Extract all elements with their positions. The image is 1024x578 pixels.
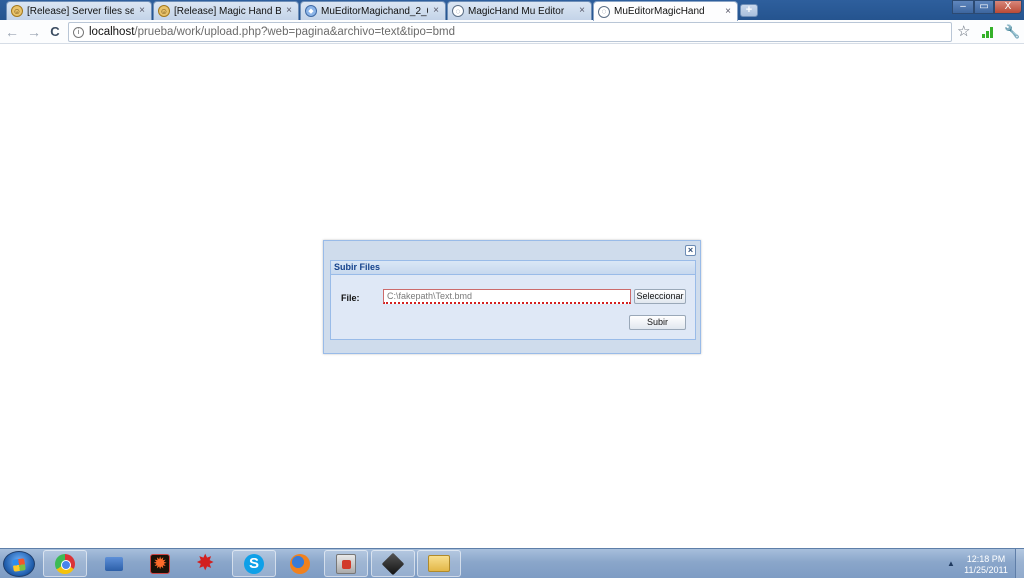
setup-icon (336, 553, 356, 574)
skype-icon: S (244, 553, 264, 574)
back-arrow-icon[interactable]: ← (4, 24, 20, 40)
globe-icon: ◌ (452, 5, 464, 17)
forward-arrow-icon[interactable]: → (26, 24, 42, 40)
wrench-icon[interactable]: 🔧 (1004, 24, 1020, 40)
taskbar-game-app[interactable] (138, 550, 182, 577)
tab-title: MuEditorMagicHand (614, 6, 705, 17)
taskbar: S ▲ 12:18 PM 11/25/2011 (0, 548, 1024, 578)
restore-button[interactable]: ▭ (974, 0, 994, 14)
panel-title: Subir Files (331, 261, 695, 275)
globe-icon: ◌ (598, 5, 610, 18)
close-icon[interactable]: × (685, 245, 696, 256)
minimize-button[interactable]: – (952, 0, 974, 14)
file-label: File: (341, 293, 360, 303)
mu-icon: ◆ (305, 5, 317, 17)
url-host: localhost (89, 26, 135, 38)
page-info-icon[interactable]: i (73, 26, 84, 38)
tray-expand-icon[interactable]: ▲ (947, 559, 955, 568)
tab-title: [Release] Server files season (27, 5, 134, 17)
close-window-button[interactable]: X (994, 0, 1022, 14)
game-launcher-icon (196, 552, 216, 574)
taskbar-firefox[interactable] (278, 550, 322, 577)
address-bar[interactable]: i localhost/prueba/work/upload.php?web=p… (68, 22, 952, 42)
submit-button[interactable]: Subir (629, 315, 686, 330)
forum-icon: ☺ (11, 5, 23, 17)
network-icon (105, 556, 123, 571)
chrome-icon (55, 553, 75, 574)
tab-title: [Release] Magic Hand Beta (174, 5, 281, 17)
reload-icon[interactable]: C (47, 24, 63, 40)
upload-panel: Subir Files File: C:\fakepath\Text.bmd S… (330, 260, 696, 340)
game-app-icon (150, 553, 170, 574)
close-icon[interactable]: × (723, 6, 733, 17)
explorer-icon (428, 555, 450, 572)
forum-icon: ☺ (158, 5, 170, 17)
upload-dialog: × Subir Files File: C:\fakepath\Text.bmd… (323, 240, 701, 354)
taskbar-explorer[interactable] (417, 550, 461, 577)
file-field[interactable]: C:\fakepath\Text.bmd (383, 289, 631, 304)
tab-title: MagicHand Mu Editor (468, 5, 565, 17)
tab-title: MuEditorMagichand_2_0_B (321, 5, 428, 17)
taskbar-chrome[interactable] (43, 550, 87, 577)
cube-app-icon (381, 552, 405, 575)
close-icon[interactable]: × (431, 6, 441, 16)
new-tab-button[interactable]: + (740, 4, 758, 17)
taskbar-game-launcher[interactable] (184, 550, 228, 577)
browser-toolbar: ← → C i localhost/prueba/work/upload.php… (0, 20, 1024, 44)
start-button[interactable] (3, 551, 35, 577)
taskbar-skype[interactable]: S (232, 550, 276, 577)
signal-bars-icon[interactable] (982, 27, 995, 38)
taskbar-network[interactable] (92, 550, 136, 577)
browser-titlebar: ☺ [Release] Server files season × ☺ [Rel… (0, 0, 1024, 21)
clock-date: 11/25/2011 (964, 565, 1008, 575)
close-icon[interactable]: × (284, 6, 294, 16)
bookmark-star-icon[interactable]: ☆ (957, 24, 970, 40)
taskbar-setup[interactable] (324, 550, 368, 577)
close-icon[interactable]: × (577, 6, 587, 16)
tab-magichand-mu-editor[interactable]: ◌ MagicHand Mu Editor × (447, 1, 592, 20)
tab-release-server-files[interactable]: ☺ [Release] Server files season × (6, 1, 152, 20)
close-icon[interactable]: × (137, 6, 147, 16)
url-path: /prueba/work/upload.php?web=pagina&archi… (134, 26, 456, 38)
clock-time: 12:18 PM (966, 554, 1006, 564)
url-text: localhost/prueba/work/upload.php?web=pag… (89, 26, 455, 38)
taskbar-cube-app[interactable] (371, 550, 415, 577)
tab-mueditor-magichand[interactable]: ◌ MuEditorMagicHand × (593, 1, 738, 21)
firefox-icon (290, 553, 310, 574)
show-desktop-button[interactable] (1015, 549, 1024, 578)
select-file-button[interactable]: Seleccionar (634, 289, 686, 304)
system-clock[interactable]: 12:18 PM 11/25/2011 (958, 554, 1014, 576)
tab-mueditor-download[interactable]: ◆ MuEditorMagichand_2_0_B × (300, 1, 446, 20)
tab-release-magic-hand[interactable]: ☺ [Release] Magic Hand Beta × (153, 1, 299, 20)
